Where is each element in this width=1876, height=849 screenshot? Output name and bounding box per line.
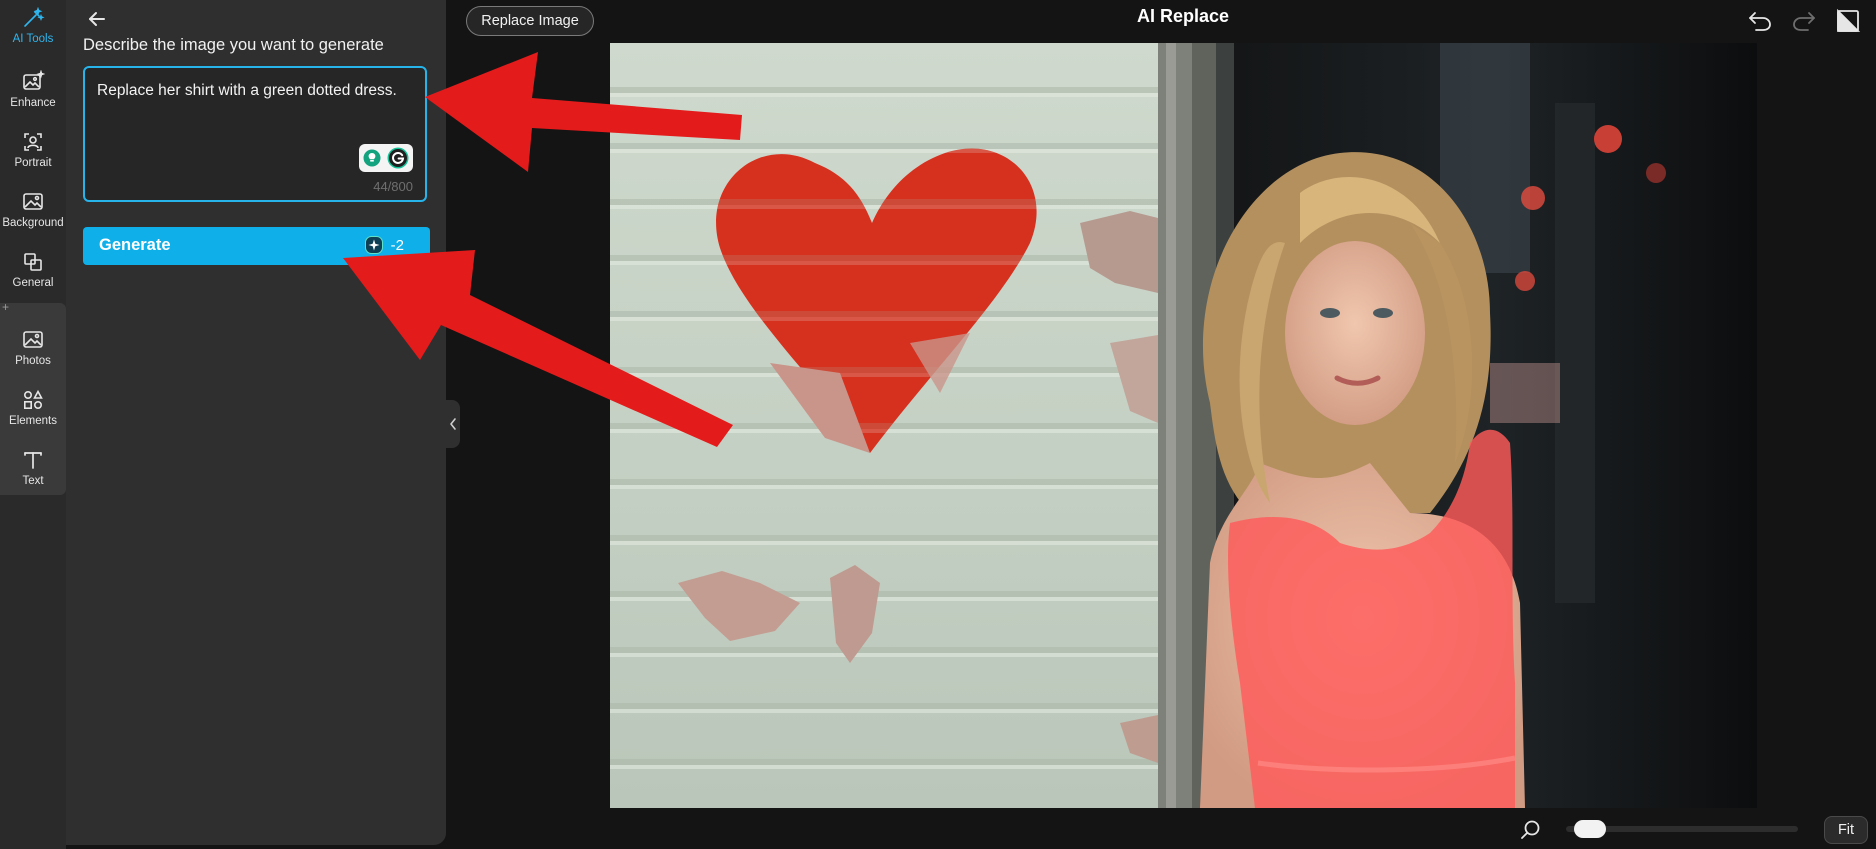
rail-item-photos[interactable]: Photos [0, 322, 66, 380]
general-icon [24, 253, 42, 271]
page-title: AI Replace [1136, 6, 1230, 26]
text-icon [24, 452, 42, 469]
tool-rail: AI Tools Enhance Portrait Background Gen… [0, 0, 66, 849]
grammarly-widget[interactable] [359, 144, 413, 172]
elements-icon [23, 389, 43, 410]
photos-icon [23, 331, 43, 348]
rail-item-label: Enhance [10, 97, 56, 109]
rail-item-label: Portrait [14, 157, 52, 169]
fit-button[interactable]: Fit [1824, 816, 1868, 844]
prompt-value[interactable]: Replace her shirt with a green dotted dr… [97, 82, 397, 100]
lightbulb-icon[interactable] [363, 149, 381, 167]
credit-value: -2 [390, 236, 404, 254]
rail-item-label: Text [22, 475, 44, 487]
zoom-slider-thumb[interactable] [1574, 820, 1606, 838]
enhance-image-icon [23, 70, 45, 90]
collapse-panel-tab[interactable] [446, 400, 460, 448]
zoom-slider[interactable] [1566, 820, 1798, 838]
canvas-image[interactable] [610, 43, 1757, 808]
rail-item-label: Photos [15, 355, 51, 367]
zoom-search-icon[interactable] [1518, 817, 1544, 843]
generate-label: Generate [99, 236, 171, 254]
credit-sparkle-icon [364, 236, 383, 254]
chevron-left-icon [450, 418, 456, 430]
rail-item-text[interactable]: Text [0, 442, 66, 500]
undo-icon[interactable] [1746, 8, 1774, 34]
magic-wand-icon [24, 6, 45, 27]
credit-cost: -2 [364, 236, 404, 254]
background-icon [23, 193, 43, 210]
rail-item-label: Elements [9, 415, 57, 427]
grammarly-g-icon[interactable] [387, 147, 409, 169]
rail-plus[interactable]: + [2, 301, 9, 313]
panel-title: Describe the image you want to generate [83, 36, 384, 54]
rail-item-enhance[interactable]: Enhance [0, 64, 66, 122]
compare-icon[interactable] [1834, 8, 1862, 34]
redo-icon[interactable] [1790, 8, 1818, 34]
rail-item-general[interactable]: General [0, 244, 66, 302]
rail-item-label: AI Tools [12, 33, 54, 45]
generate-button[interactable]: Generate -2 [83, 227, 430, 265]
rail-item-label: General [12, 277, 54, 289]
character-count: 44/800 [373, 179, 413, 194]
rail-item-portrait[interactable]: Portrait [0, 124, 66, 182]
back-arrow-icon[interactable] [84, 6, 110, 32]
portrait-icon [24, 133, 42, 151]
rail-item-background[interactable]: Background [0, 184, 66, 242]
replace-image-button[interactable]: Replace Image [466, 6, 594, 36]
rail-item-elements[interactable]: Elements [0, 382, 66, 440]
rail-item-label: Background [2, 217, 64, 229]
rail-item-ai-tools[interactable]: AI Tools [0, 0, 66, 58]
prompt-textarea[interactable]: Replace her shirt with a green dotted dr… [83, 66, 427, 202]
photo-illustration [610, 43, 1757, 808]
